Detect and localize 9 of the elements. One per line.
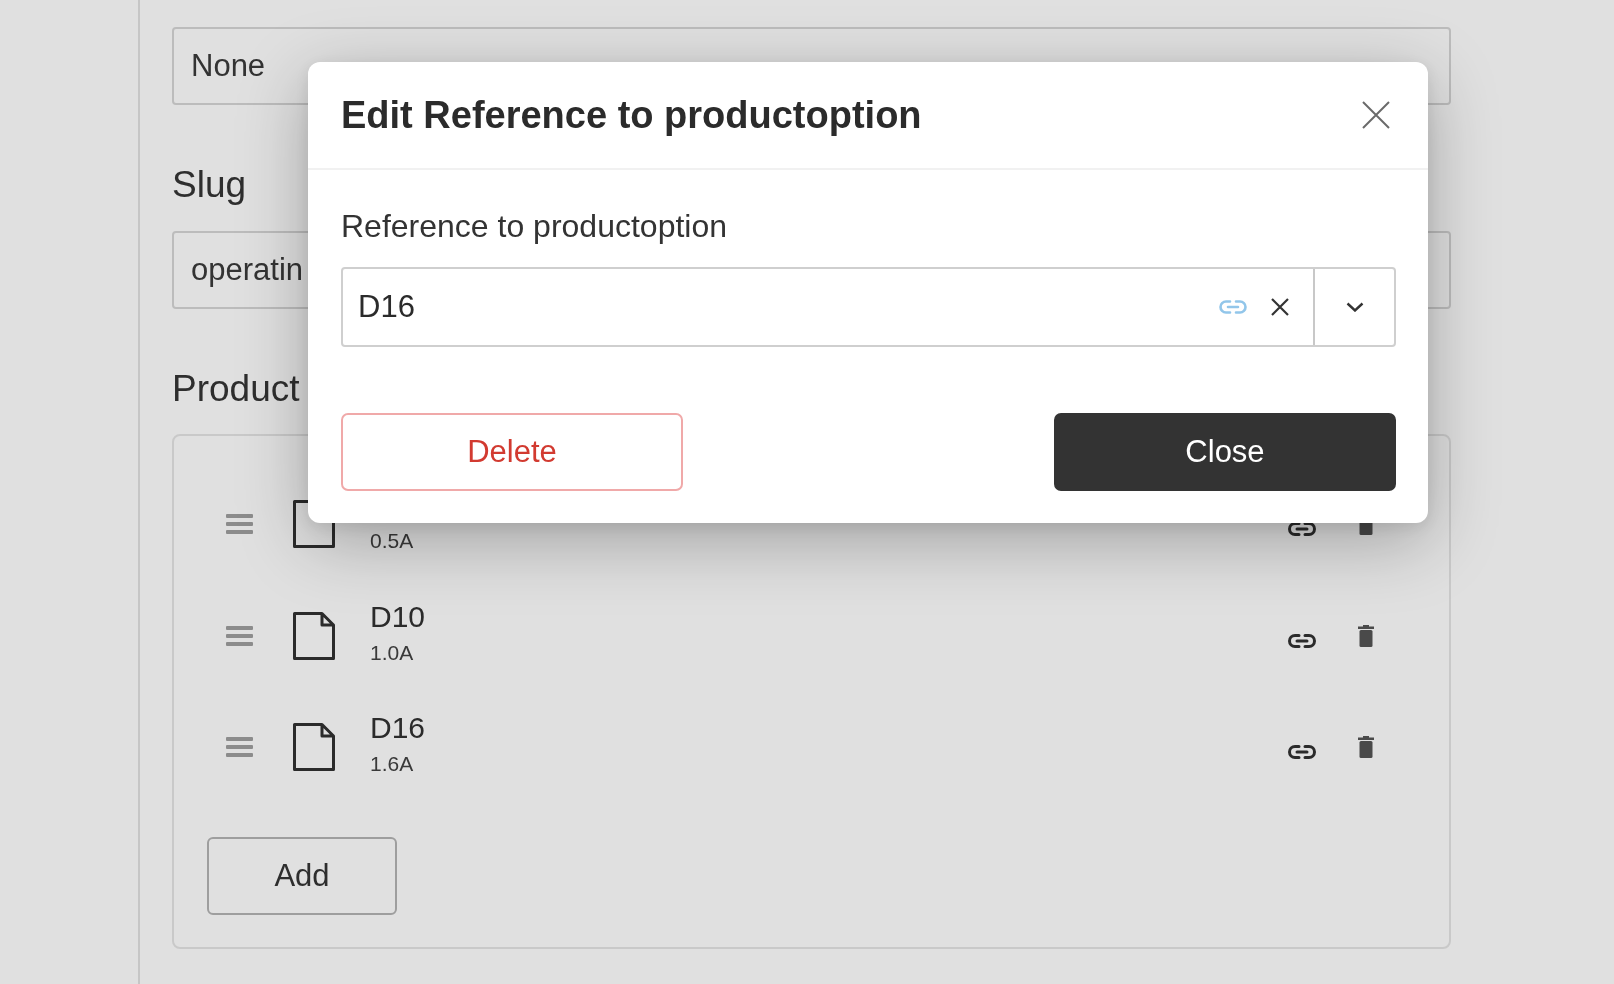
- slug-label: Slug: [172, 163, 247, 207]
- item-title: D16: [370, 711, 426, 746]
- section-heading: Product: [172, 367, 300, 411]
- item-subtitle: 1.6A: [370, 751, 414, 778]
- item-subtitle: 1.0A: [370, 639, 414, 666]
- modal-title: Edit Reference to productoption: [341, 93, 922, 137]
- item-subtitle: 0.5A: [370, 527, 414, 554]
- field-label: Reference to productoption: [341, 207, 728, 246]
- item-title: D10: [370, 599, 426, 634]
